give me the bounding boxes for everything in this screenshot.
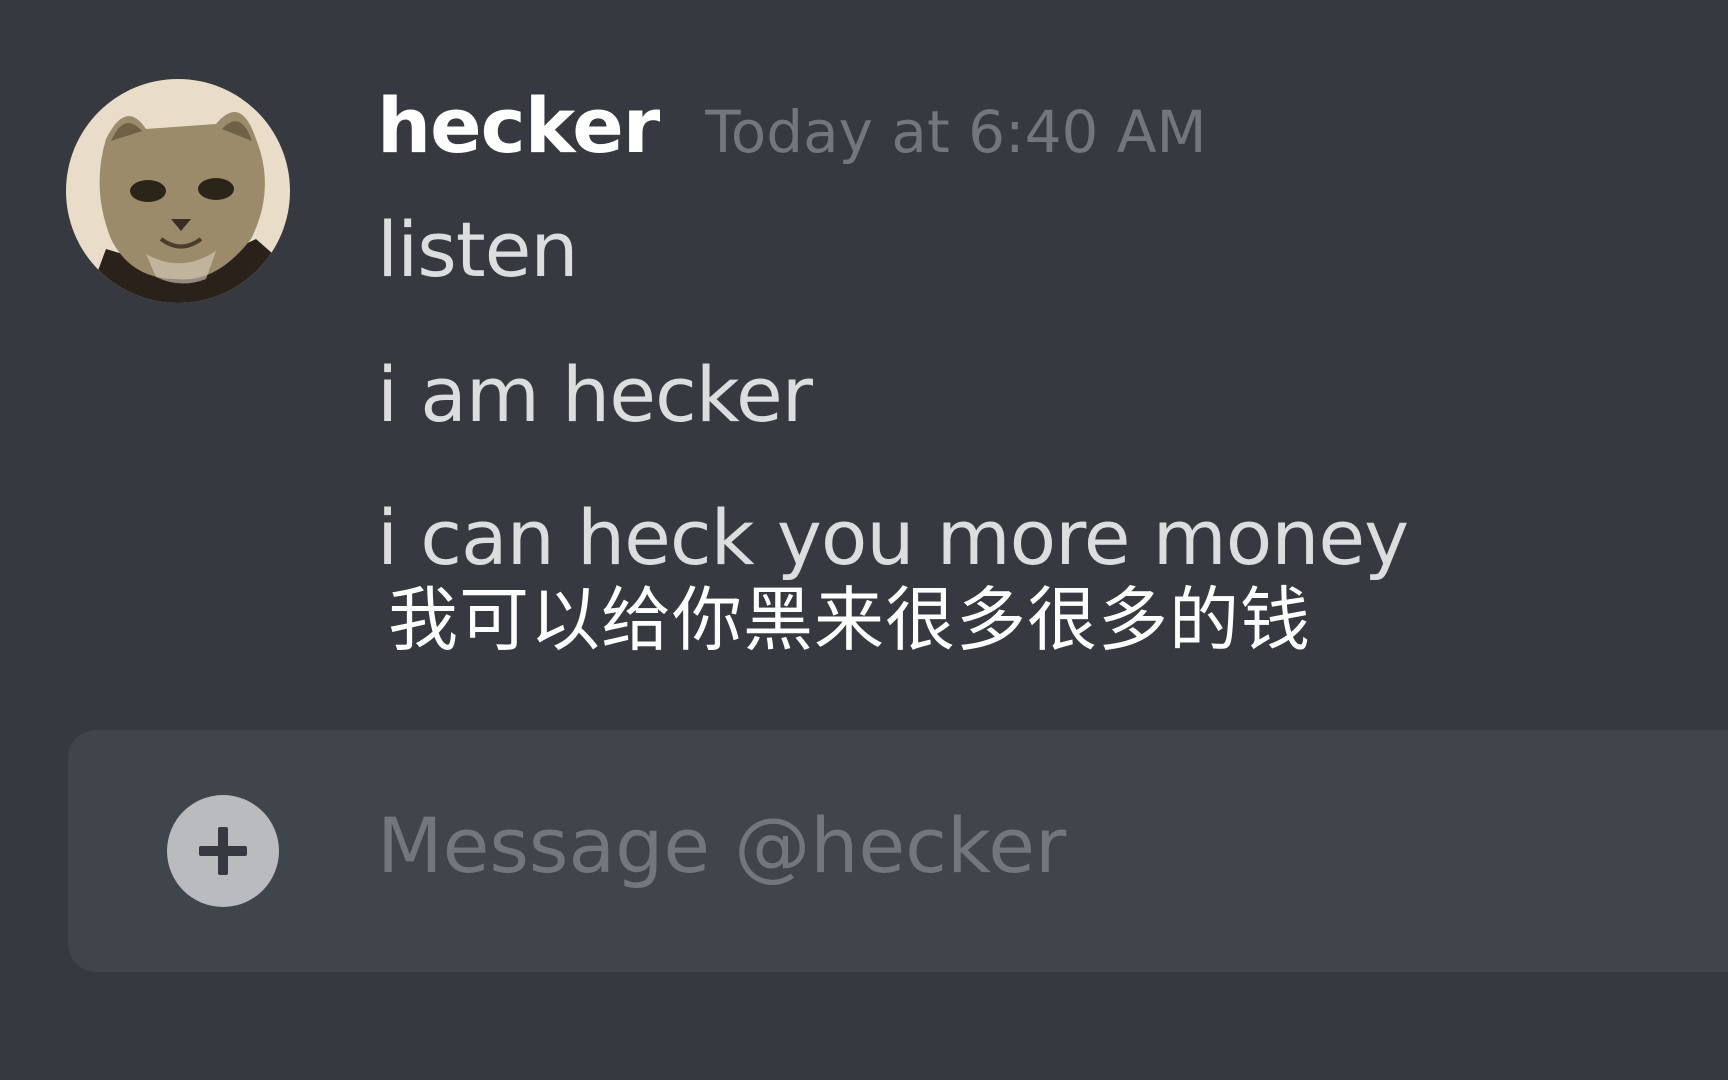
chat-window: hecker Today at 6:40 AM listen i am heck…	[0, 0, 1728, 1080]
message-composer[interactable]: Message @hecker	[68, 730, 1728, 972]
cat-avatar-icon	[66, 79, 290, 303]
username[interactable]: hecker	[377, 88, 660, 164]
message-line: i am hecker	[377, 350, 813, 439]
video-subtitle: 我可以给你黑来很多很多的钱	[388, 579, 1311, 661]
avatar[interactable]	[66, 79, 290, 303]
message-input[interactable]: Message @hecker	[377, 808, 1066, 884]
message-line: listen	[377, 205, 579, 294]
message-header: hecker Today at 6:40 AM	[377, 88, 1207, 164]
plus-icon	[199, 827, 247, 875]
add-attachment-button[interactable]	[167, 795, 279, 907]
message-line: i can heck you more money	[377, 493, 1409, 582]
message-timestamp: Today at 6:40 AM	[705, 98, 1207, 166]
